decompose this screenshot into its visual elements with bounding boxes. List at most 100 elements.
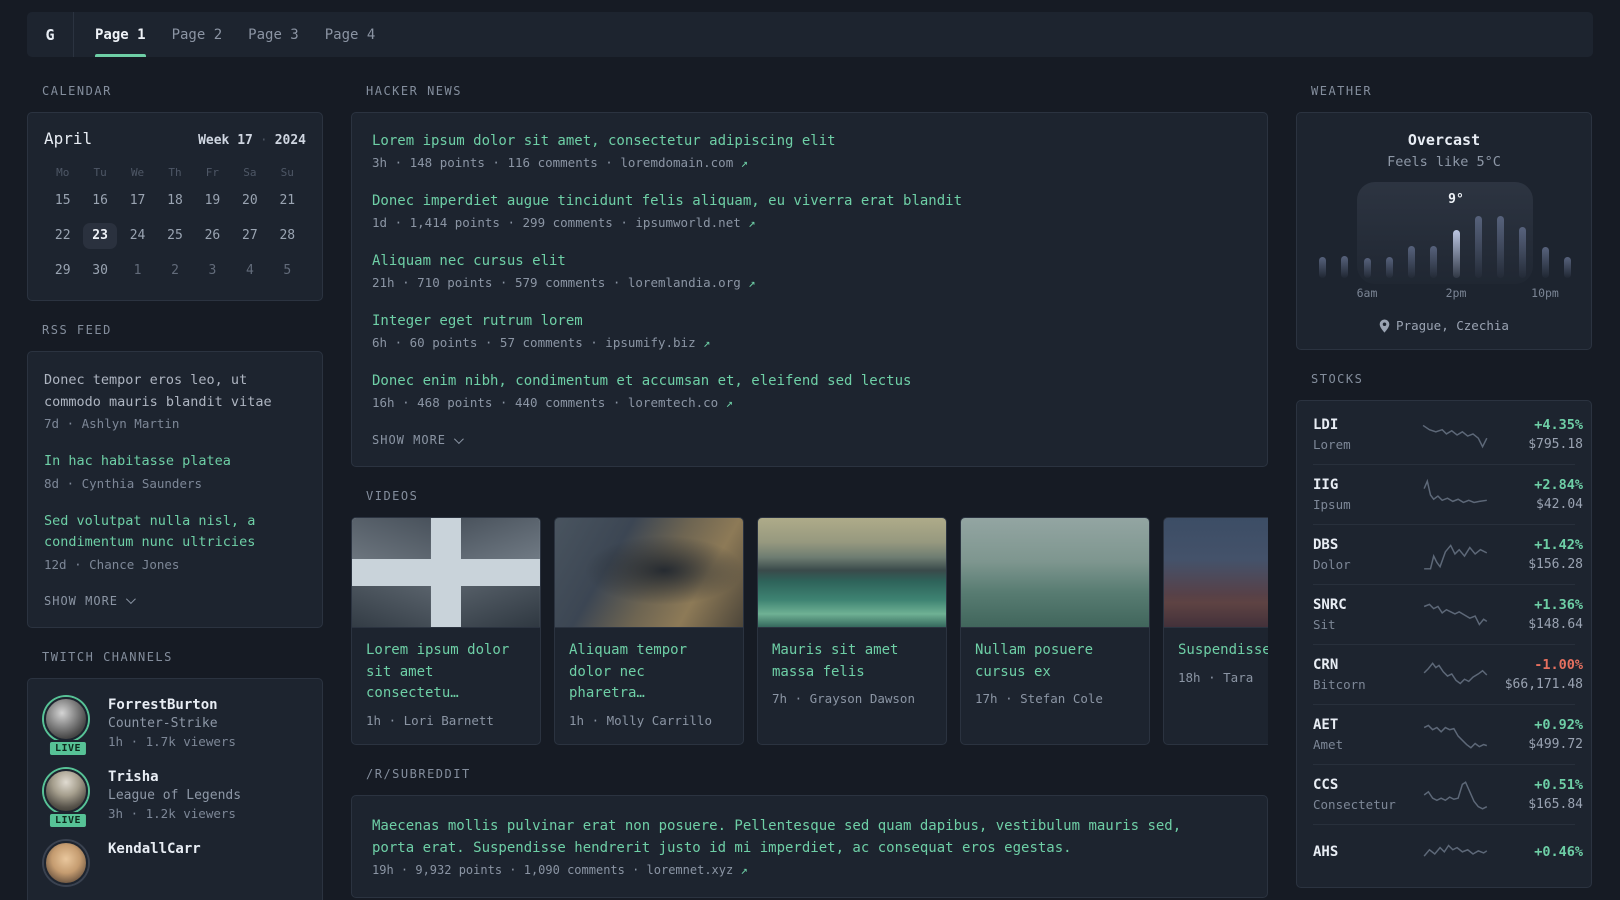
stock-sparkline xyxy=(1421,718,1491,752)
temperature-bar xyxy=(1430,246,1438,278)
stock-row[interactable]: AET Amet +0.92% $499.72 xyxy=(1313,704,1583,764)
video-title-link[interactable]: Aliquam tempor dolor nec pharetra… xyxy=(569,640,729,705)
video-card[interactable]: Lorem ipsum dolor sit amet consectetu… 1… xyxy=(351,517,541,746)
calendar-day-next-month: 5 xyxy=(283,263,292,278)
video-meta: 1h · Molly Carrillo xyxy=(569,713,712,729)
twitch-channel-row[interactable]: LIVE Trisha League of Legends 3h · 1.2k … xyxy=(44,768,306,829)
sparkline-path xyxy=(1424,543,1488,570)
external-link-icon[interactable]: ↗ xyxy=(748,216,755,230)
stock-change: -1.00% xyxy=(1534,657,1583,673)
video-title-link[interactable]: Lorem ipsum dolor sit amet consectetu… xyxy=(366,640,526,705)
video-meta: 7h · Grayson Dawson xyxy=(772,691,915,707)
stock-row[interactable]: CRN Bitcorn -1.00% $66,171.48 xyxy=(1313,644,1583,704)
hn-item-meta-text: 6h · 60 points · 57 comments · ipsumify.… xyxy=(372,335,696,350)
twitch-channel-row[interactable]: LIVE ForrestBurton Counter-Strike 1h · 1… xyxy=(44,696,306,757)
hn-item-link[interactable]: Integer eget rutrum lorem xyxy=(372,311,583,332)
stock-row[interactable]: IIG Ipsum +2.84% $42.04 xyxy=(1313,464,1583,524)
calendar-day: 21 xyxy=(279,193,296,208)
calendar-day-next-month: 3 xyxy=(208,263,217,278)
stock-values: -1.00% $66,171.48 xyxy=(1491,657,1583,692)
sparkline-path xyxy=(1423,661,1488,684)
rss-item-link[interactable]: Donec tempor eros leo, ut commodo mauris… xyxy=(44,370,276,413)
video-body: Nullam posuere cursus ex 17h · Stefan Co… xyxy=(961,628,1149,722)
video-card[interactable]: Aliquam tempor dolor nec pharetra… 1h · … xyxy=(554,517,744,746)
stock-row[interactable]: LDI Lorem +4.35% $795.18 xyxy=(1313,405,1583,464)
hn-item: Lorem ipsum dolor sit amet, consectetur … xyxy=(372,131,1247,170)
hn-item-link[interactable]: Aliquam nec cursus elit xyxy=(372,251,566,272)
rss-item-link[interactable]: Sed volutpat nulla nisl, a condimentum n… xyxy=(44,511,276,554)
calendar-grid: Mo Tu We Th Fr Sa Su 15 16 17 18 19 20 2… xyxy=(44,166,306,284)
calendar-day: 15 xyxy=(54,193,71,208)
rss-item-meta: 8d · Cynthia Saunders xyxy=(44,475,203,491)
channel-viewers: 1h · 1.7k viewers xyxy=(108,733,236,749)
twitch-widget: TWITCH CHANNELS LIVE ForrestBurton Count… xyxy=(27,650,323,900)
hn-item-link[interactable]: Lorem ipsum dolor sit amet, consectetur … xyxy=(372,131,836,152)
video-title-link[interactable]: Suspendisse diam xyxy=(1178,640,1268,662)
weather-chart: 9° xyxy=(1319,182,1571,284)
stock-symbol: DBS xyxy=(1313,537,1339,553)
temperature-bar xyxy=(1474,216,1482,278)
tab-page-1[interactable]: Page 1 xyxy=(95,12,146,57)
external-link-icon[interactable]: ↗ xyxy=(726,396,733,410)
channel-category: League of Legends xyxy=(108,787,242,803)
app-logo[interactable]: G xyxy=(27,12,74,57)
external-link-icon[interactable]: ↗ xyxy=(748,276,755,290)
stock-name: Amet xyxy=(1313,737,1344,752)
stock-row[interactable]: SNRC Sit +1.36% $148.64 xyxy=(1313,584,1583,644)
stock-values: +0.92% $499.72 xyxy=(1491,717,1583,752)
calendar-day: 28 xyxy=(279,228,296,243)
live-badge: LIVE xyxy=(47,739,89,757)
current-temperature: 9° xyxy=(1448,192,1464,207)
calendar-day: 26 xyxy=(204,228,221,243)
video-meta: 1h · Lori Barnett xyxy=(366,713,494,729)
hn-show-more-button[interactable]: SHOW MORE xyxy=(372,433,464,447)
video-body: Mauris sit amet massa felis 7h · Grayson… xyxy=(758,628,946,722)
external-link-icon[interactable]: ↗ xyxy=(703,336,710,350)
middle-column: HACKER NEWS Lorem ipsum dolor sit amet, … xyxy=(351,84,1268,900)
rss-show-more-button[interactable]: SHOW MORE xyxy=(44,594,136,608)
stock-row[interactable]: AHS +0.46% xyxy=(1313,824,1583,883)
stock-row[interactable]: DBS Dolor +1.42% $156.28 xyxy=(1313,524,1583,584)
channel-name: ForrestBurton xyxy=(108,696,218,713)
tab-page-4[interactable]: Page 4 xyxy=(325,12,376,57)
stock-row[interactable]: CCS Consectetur +0.51% $165.84 xyxy=(1313,764,1583,824)
hn-item: Integer eget rutrum lorem 6h · 60 points… xyxy=(372,311,1247,350)
external-link-icon[interactable]: ↗ xyxy=(741,156,748,170)
tab-page-3[interactable]: Page 3 xyxy=(248,12,299,57)
twitch-channel-row[interactable]: KendallCarr xyxy=(44,840,306,885)
video-card[interactable]: Mauris sit amet massa felis 7h · Grayson… xyxy=(757,517,947,746)
video-card[interactable]: Nullam posuere cursus ex 17h · Stefan Co… xyxy=(960,517,1150,746)
calendar-week: Week 17 · 2024 xyxy=(198,133,306,148)
video-card[interactable]: Suspendisse diam 18h · Tara xyxy=(1163,517,1268,746)
external-link-icon[interactable]: ↗ xyxy=(740,863,747,877)
hn-item-link[interactable]: Donec imperdiet augue tincidunt felis al… xyxy=(372,191,962,212)
stock-price: $148.64 xyxy=(1528,617,1583,632)
subreddit-post-link[interactable]: Maecenas mollis pulvinar erat non posuer… xyxy=(372,816,1217,859)
channel-viewers: 3h · 1.2k viewers xyxy=(108,805,236,821)
right-column: WEATHER Overcast Feels like 5°C 9° 6am 2… xyxy=(1296,84,1592,900)
rss-item-link[interactable]: In hac habitasse platea xyxy=(44,451,276,473)
stock-change: +1.36% xyxy=(1534,597,1583,613)
sparkline-path xyxy=(1423,780,1488,810)
channel-name: Trisha xyxy=(108,768,159,785)
stock-values: +0.46% xyxy=(1491,844,1583,864)
stock-symbol: AET xyxy=(1313,717,1339,733)
stocks-widget: STOCKS LDI Lorem +4.35% $795.18 IIG Ipsu… xyxy=(1296,372,1592,888)
calendar-year: 2024 xyxy=(274,133,306,148)
subreddit-card: Maecenas mollis pulvinar erat non posuer… xyxy=(351,795,1268,899)
stock-values: +4.35% $795.18 xyxy=(1491,417,1583,452)
rss-item: Donec tempor eros leo, ut commodo mauris… xyxy=(44,370,306,431)
weather-feels-like: Feels like 5°C xyxy=(1387,154,1501,170)
hn-item-link[interactable]: Donec enim nibh, condimentum et accumsan… xyxy=(372,371,911,392)
video-meta: 18h · Tara xyxy=(1178,669,1254,685)
stock-id: LDI Lorem xyxy=(1313,417,1421,452)
calendar-day-next-month: 4 xyxy=(245,263,254,278)
video-title-link[interactable]: Mauris sit amet massa felis xyxy=(772,640,932,683)
video-title-link[interactable]: Nullam posuere cursus ex xyxy=(975,640,1135,683)
video-thumbnail xyxy=(555,518,743,628)
weather-location-text: Prague, Czechia xyxy=(1396,318,1509,333)
tab-page-2[interactable]: Page 2 xyxy=(172,12,223,57)
stock-id: SNRC Sit xyxy=(1313,597,1421,632)
channel-info: KendallCarr xyxy=(108,841,201,885)
stock-change: +0.46% xyxy=(1534,844,1583,860)
